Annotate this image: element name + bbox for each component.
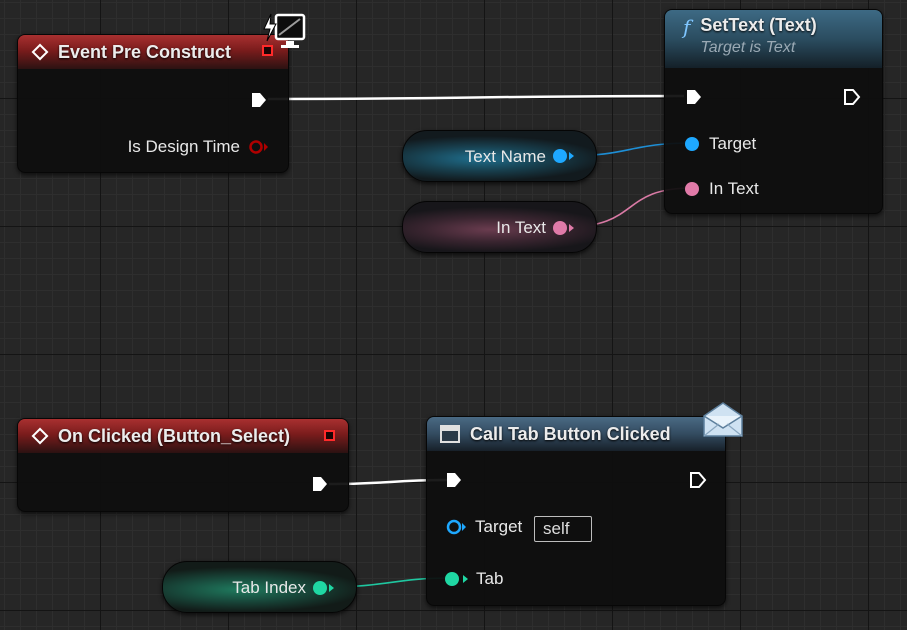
event-diamond-icon	[31, 43, 49, 61]
on-clicked-header[interactable]: On Clicked (Button_Select)	[18, 419, 348, 453]
exec-in-pin[interactable]	[685, 88, 703, 106]
delegate-output-pin[interactable]	[324, 430, 335, 441]
target-self-field[interactable]: self	[534, 516, 592, 542]
in-text-pin-label: In Text	[709, 179, 759, 198]
exec-out-pin[interactable]	[843, 88, 861, 106]
text-name-label: Text Name	[464, 147, 546, 166]
on-clicked-node[interactable]: On Clicked (Button_Select)	[17, 418, 349, 512]
pin-arrow-icon	[329, 584, 334, 592]
text-name-variable-node[interactable]: Text Name	[402, 130, 597, 182]
event-pre-construct-title: Event Pre Construct	[58, 41, 232, 62]
text-pin-icon	[685, 182, 699, 196]
text-object-pin-icon	[685, 137, 699, 151]
in-text-pin[interactable]: In Text	[685, 179, 759, 199]
tab-pin-label: Tab	[476, 569, 504, 588]
in-text-output-pin[interactable]	[553, 221, 567, 235]
is-design-time-pin[interactable]: Is Design Time	[128, 137, 270, 157]
pin-arrow-icon	[569, 224, 574, 232]
event-pre-construct-header[interactable]: Event Pre Construct	[18, 35, 288, 69]
exec-out-pin[interactable]	[311, 475, 329, 493]
target-pin[interactable]: Target	[685, 134, 756, 154]
target-pin[interactable]: Target	[445, 517, 522, 537]
exec-wire-preconstruct-settext	[267, 94, 685, 101]
set-text-subtitle: Target is Text	[700, 39, 796, 56]
bool-pin-icon	[249, 140, 268, 154]
on-clicked-title: On Clicked (Button_Select)	[58, 425, 291, 446]
event-dispatcher-icon	[440, 425, 460, 443]
set-text-title: SetText (Text)	[700, 15, 817, 35]
exec-in-pin[interactable]	[445, 471, 463, 489]
pin-arrow-icon	[463, 575, 468, 583]
monitor-lightning-icon	[263, 13, 306, 48]
in-text-variable-node[interactable]: In Text	[402, 201, 597, 253]
call-tab-button-clicked-node[interactable]: Call Tab Button Clicked Target self Tab	[426, 416, 726, 606]
text-name-output-pin[interactable]	[553, 149, 567, 163]
set-text-node[interactable]: f SetText (Text) Target is Text Target I…	[664, 9, 883, 214]
in-text-label: In Text	[496, 218, 546, 237]
object-pin-icon	[446, 519, 466, 535]
event-pre-construct-node[interactable]: Event Pre Construct Is Design Time	[17, 34, 289, 173]
tab-pin[interactable]: Tab	[445, 569, 503, 589]
set-text-header[interactable]: f SetText (Text) Target is Text	[665, 10, 882, 68]
exec-out-pin[interactable]	[689, 471, 707, 489]
tab-index-variable-node[interactable]: Tab Index	[162, 561, 357, 613]
is-design-time-label: Is Design Time	[127, 137, 240, 156]
exec-out-pin[interactable]	[250, 91, 268, 109]
tab-index-output-pin[interactable]	[313, 581, 327, 595]
function-icon: f	[683, 15, 691, 39]
target-pin-label: Target	[475, 517, 523, 536]
call-tab-button-clicked-title: Call Tab Button Clicked	[470, 423, 671, 444]
target-pin-label: Target	[709, 134, 757, 153]
pin-arrow-icon	[569, 152, 574, 160]
call-tab-button-clicked-header[interactable]: Call Tab Button Clicked	[427, 417, 725, 451]
tab-index-label: Tab Index	[232, 578, 306, 597]
event-diamond-icon	[31, 427, 49, 445]
int-pin-icon	[445, 572, 459, 586]
envelope-icon	[703, 402, 743, 437]
